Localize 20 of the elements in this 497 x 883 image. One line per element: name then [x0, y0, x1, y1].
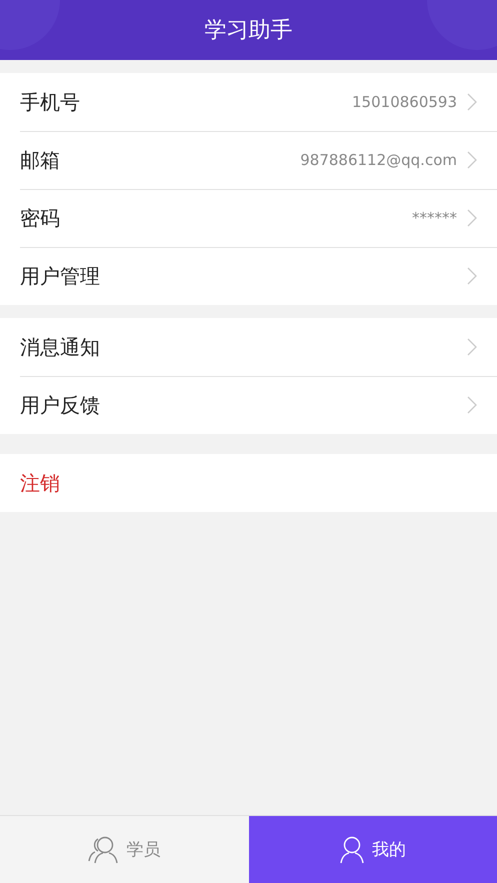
row-label: 用户管理: [20, 262, 100, 290]
row-label: 注销: [20, 470, 60, 496]
chevron-icon: [467, 151, 477, 169]
row-label: 用户反馈: [20, 392, 100, 418]
row-value: 987886112@qq.com: [300, 151, 457, 169]
tab[interactable]: 我的: [248, 816, 497, 883]
row-label: 消息通知: [20, 334, 100, 360]
people-icon: [88, 836, 118, 864]
person-icon: [340, 836, 364, 864]
chevron-icon: [467, 209, 477, 227]
chevron-icon: [467, 93, 477, 111]
chevron-icon: [467, 396, 477, 414]
row-label: 邮箱: [20, 146, 60, 174]
row-label: 密码: [20, 204, 60, 232]
row-value: ******: [412, 209, 457, 227]
chevron-icon: [467, 267, 477, 285]
row-label: 手机号: [20, 88, 80, 116]
chevron-icon: [467, 338, 477, 356]
row-value: 15010860593: [352, 93, 457, 111]
app-title: 学习助手: [204, 17, 292, 45]
